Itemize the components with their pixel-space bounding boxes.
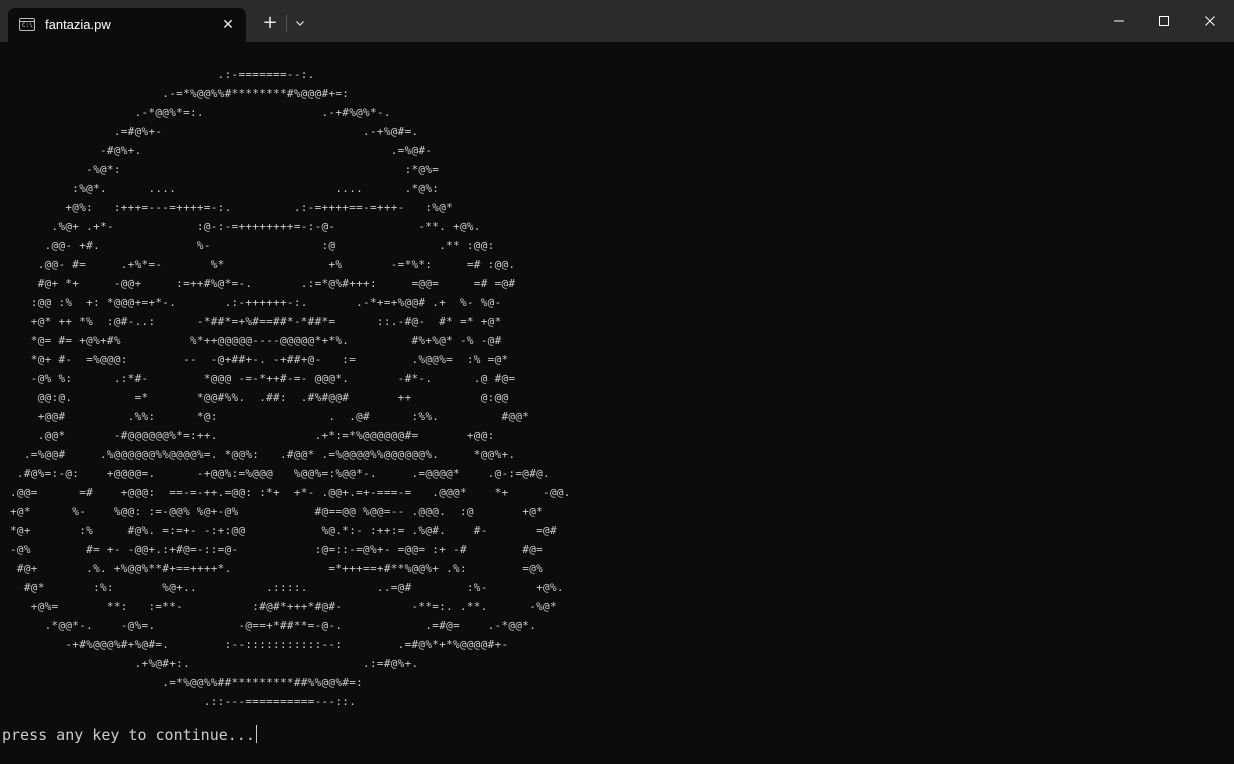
terminal-output[interactable]: .:-=======--:. .-=*%@@%%#********#%@@@#+… <box>0 42 1234 764</box>
close-window-button[interactable] <box>1187 0 1233 42</box>
tab-fantazia[interactable]: C:\ fantazia.pw ✕ <box>8 8 246 42</box>
minimize-button[interactable] <box>1096 0 1142 42</box>
plus-icon: + <box>262 12 278 33</box>
prompt-text: press any key to continue... <box>2 726 255 744</box>
close-tab-button[interactable]: ✕ <box>217 14 239 36</box>
maximize-button[interactable] <box>1141 0 1187 42</box>
close-icon: ✕ <box>222 17 234 33</box>
ascii-art: .:-=======--:. .-=*%@@%%#********#%@@@#+… <box>10 68 571 708</box>
titlebar-divider <box>286 15 287 32</box>
title-bar: C:\ fantazia.pw ✕ + <box>0 0 1234 42</box>
tab-dropdown-button[interactable] <box>290 11 310 35</box>
minimize-icon <box>1114 20 1124 22</box>
text-cursor <box>255 725 257 743</box>
close-icon <box>1205 16 1215 26</box>
maximize-icon <box>1159 16 1169 26</box>
tab-title: fantazia.pw <box>45 17 111 32</box>
chevron-down-icon <box>296 21 304 26</box>
terminal-icon: C:\ <box>19 18 35 31</box>
continue-prompt: press any key to continue... <box>2 725 257 745</box>
terminal-icon-glyph: C:\ <box>22 22 33 29</box>
terminal-window: C:\ fantazia.pw ✕ + .:-=======--:. .-=*%… <box>0 0 1234 764</box>
new-tab-button[interactable]: + <box>257 10 283 36</box>
